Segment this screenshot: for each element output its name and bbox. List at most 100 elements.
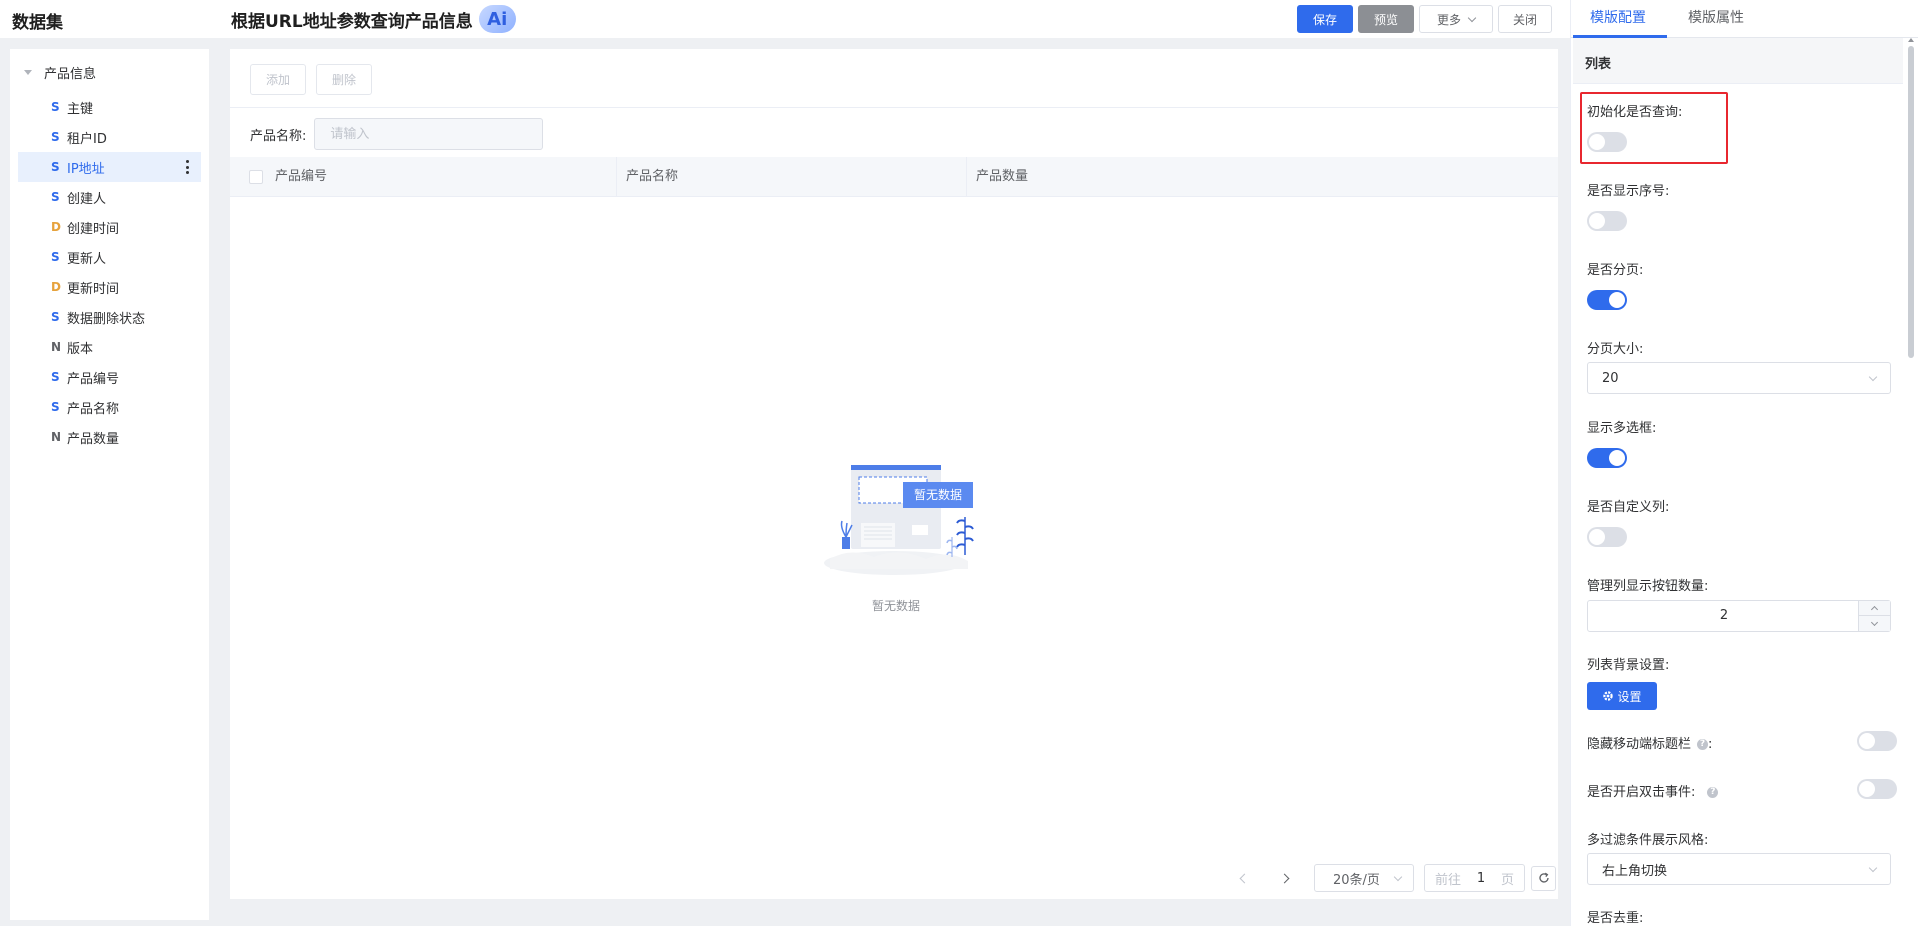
tree-field-item[interactable]: S 数据删除状态 — [18, 302, 201, 332]
page-size-select[interactable]: 20条/页 — [1314, 864, 1414, 892]
property-panel-scrollbar[interactable] — [1908, 46, 1914, 358]
page-size-label: 分页大小: — [1587, 342, 1644, 357]
page-size-dropdown[interactable]: 20 — [1587, 362, 1891, 394]
left-header: 数据集 — [0, 0, 224, 38]
chevron-down-icon — [1393, 872, 1403, 881]
tab-template-config[interactable]: 模版配置 — [1590, 0, 1646, 38]
preview-button[interactable]: 预览 — [1358, 5, 1414, 33]
bg-setting-button[interactable]: 设置 — [1587, 682, 1657, 710]
tree-field-item[interactable]: D 更新时间 — [18, 272, 201, 302]
show-index-label: 是否显示序号: — [1587, 184, 1670, 199]
field-type-badge: S — [51, 250, 60, 264]
field-list: S 主键 S 租户ID S IP地址 S 创建人 D 创建时间 S 更新人 D 更新时间 S 数据删除状态 N 版… — [18, 92, 201, 452]
hide-mobile-title-suffix: : — [1708, 737, 1713, 752]
action-count-value[interactable]: 2 — [1588, 601, 1860, 631]
delete-button[interactable]: 删除 — [316, 64, 372, 95]
filter-style-value: 右上角切换 — [1602, 863, 1668, 879]
page-title-area: 根据URL地址参数查询产品信息 Ai — [231, 4, 516, 34]
chevron-down-icon — [1467, 13, 1477, 22]
tree-field-item[interactable]: S 主键 — [18, 92, 201, 122]
product-name-input[interactable] — [314, 118, 544, 150]
highlight-annotation-box — [1580, 92, 1728, 164]
tree-field-item[interactable]: S 租户ID — [18, 122, 201, 152]
field-type-badge: S — [51, 190, 60, 204]
add-button[interactable]: 添加 — [250, 64, 306, 95]
field-label: 更新人 — [67, 251, 107, 267]
gear-icon — [1603, 691, 1614, 701]
tree-field-item[interactable]: N 版本 — [18, 332, 201, 362]
chevron-down-icon — [1870, 618, 1879, 626]
column-header-product-code[interactable]: 产品编号 — [275, 157, 327, 197]
multi-select-switch[interactable] — [1587, 448, 1627, 468]
tree-root-node[interactable]: 产品信息 — [24, 62, 96, 82]
list-preview-panel: 添加 删除 产品名称: 产品编号 产品名称 产品数量 暂无数据 — [230, 49, 1558, 899]
goto-page-input[interactable]: 1 — [1477, 871, 1485, 886]
search-row: 产品名称: — [250, 118, 544, 150]
field-label: 产品数量 — [67, 431, 120, 447]
paging-switch[interactable] — [1587, 290, 1627, 310]
tree-field-item[interactable]: S IP地址 — [18, 152, 201, 182]
close-button[interactable]: 关闭 — [1498, 5, 1552, 33]
scroll-up-arrow[interactable] — [1908, 38, 1914, 42]
prev-page-button[interactable] — [1232, 864, 1256, 892]
section-title-list: 列表 — [1585, 57, 1612, 72]
decrement-button[interactable] — [1859, 616, 1890, 631]
more-dropdown-button[interactable]: 更多 — [1419, 5, 1493, 33]
goto-suffix: 页 — [1500, 872, 1514, 888]
hide-mobile-title-label: 隐藏移动端标题栏?: — [1587, 733, 1712, 752]
select-all-checkbox[interactable] — [249, 170, 263, 184]
table-header: 产品编号 产品名称 产品数量 — [230, 157, 1558, 197]
tree-root-label: 产品信息 — [44, 66, 97, 82]
field-label: 产品名称 — [67, 401, 120, 417]
increment-button[interactable] — [1859, 601, 1890, 616]
field-type-badge: S — [51, 100, 60, 114]
field-label: IP地址 — [67, 161, 105, 177]
field-type-badge: S — [51, 370, 60, 384]
help-icon[interactable]: ? — [1707, 787, 1719, 798]
empty-illustration: 暂无数据 — [820, 459, 980, 587]
custom-columns-label: 是否自定义列: — [1587, 500, 1670, 515]
field-type-badge: N — [51, 340, 62, 354]
section-header: 列表 — [1573, 38, 1903, 84]
tree-field-item[interactable]: S 产品名称 — [18, 392, 201, 422]
action-count-stepper[interactable]: 2 — [1587, 600, 1891, 632]
column-header-product-name[interactable]: 产品名称 — [626, 157, 678, 197]
page-size-value: 20条/页 — [1333, 872, 1380, 888]
refresh-button[interactable] — [1531, 865, 1556, 891]
bg-setting-label: 列表背景设置: — [1587, 658, 1670, 673]
tree-field-item[interactable]: D 创建时间 — [18, 212, 201, 242]
empty-badge-text: 暂无数据 — [914, 487, 962, 502]
field-type-badge: S — [51, 400, 60, 414]
property-tabs: 模版配置 模版属性 — [1571, 0, 1918, 38]
dataset-tree: 产品信息 S 主键 S 租户ID S IP地址 S 创建人 D 创建时间 S 更新人 D 更新时间 S 数据删… — [10, 49, 209, 920]
field-label: 更新时间 — [67, 281, 120, 297]
field-type-badge: S — [51, 130, 60, 144]
next-page-button[interactable] — [1272, 864, 1296, 892]
field-label: 租户ID — [67, 131, 107, 147]
hide-mobile-title-text: 隐藏移动端标题栏 — [1587, 737, 1692, 752]
empty-state-text: 暂无数据 — [872, 599, 921, 613]
show-index-switch[interactable] — [1587, 211, 1627, 231]
column-header-product-qty[interactable]: 产品数量 — [976, 157, 1028, 197]
filter-style-dropdown[interactable]: 右上角切换 — [1587, 853, 1891, 885]
refresh-icon — [1538, 872, 1549, 883]
hide-mobile-title-switch[interactable] — [1857, 731, 1897, 751]
tab-template-props[interactable]: 模版属性 — [1688, 0, 1744, 38]
product-name-label: 产品名称: — [250, 128, 307, 144]
multi-select-label: 显示多选框: — [1587, 421, 1657, 436]
tree-field-item[interactable]: S 更新人 — [18, 242, 201, 272]
field-label: 产品编号 — [67, 371, 120, 387]
dblclick-switch[interactable] — [1857, 779, 1897, 799]
tree-field-item[interactable]: S 产品编号 — [18, 362, 201, 392]
ai-icon[interactable]: Ai — [478, 5, 516, 33]
help-icon[interactable]: ? — [1697, 739, 1709, 750]
more-vertical-icon[interactable] — [185, 160, 189, 174]
tree-field-item[interactable]: S 创建人 — [18, 182, 201, 212]
caret-down-icon[interactable] — [24, 69, 32, 75]
top-actions: 保存 预览 更多 关闭 — [1297, 5, 1552, 33]
chevron-down-icon — [1868, 863, 1878, 872]
custom-columns-switch[interactable] — [1587, 527, 1627, 547]
stepper-controls — [1858, 601, 1890, 631]
save-button[interactable]: 保存 — [1297, 5, 1353, 33]
tree-field-item[interactable]: N 产品数量 — [18, 422, 201, 452]
